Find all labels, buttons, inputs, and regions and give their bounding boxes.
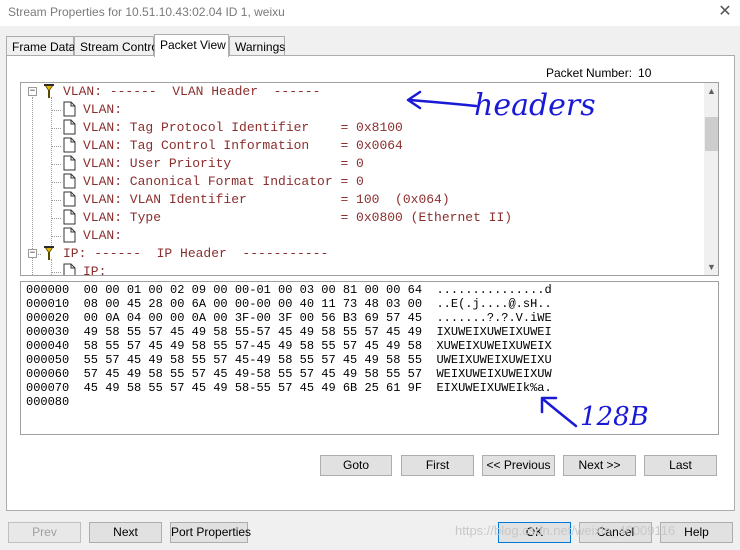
collapse-ip-expander[interactable]: −	[28, 249, 37, 258]
tree-row-vlan-id[interactable]: VLAN: VLAN Identifier = 100 (0x064)	[83, 191, 450, 209]
tree-row-vlan-end[interactable]: VLAN:	[83, 227, 122, 245]
field-page-icon	[63, 119, 76, 135]
tab-warnings[interactable]: Warnings	[229, 36, 285, 56]
protocol-tree-content: − VLAN: ------ VLAN Header ------ VLAN: …	[21, 83, 701, 275]
tree-vertical-scrollbar[interactable]: ▲ ▼	[704, 83, 718, 275]
tree-connector	[52, 182, 61, 183]
field-page-icon	[63, 263, 76, 275]
protocol-group-icon	[44, 246, 54, 260]
field-page-icon	[63, 155, 76, 171]
hex-row: 000000 00 00 01 00 02 09 00 00-01 00 03 …	[26, 283, 552, 297]
hex-row: 000050 55 57 45 49 58 55 57 45-49 58 55 …	[26, 353, 552, 367]
tree-connector	[52, 236, 61, 237]
prev-stream-button[interactable]: Prev	[8, 522, 81, 543]
tree-row-user-priority[interactable]: VLAN: User Priority = 0	[83, 155, 364, 173]
packet-number-value: 10	[638, 66, 652, 80]
tree-connector	[51, 97, 52, 249]
hex-row: 000030 49 58 55 57 45 49 58 55-57 45 49 …	[26, 325, 552, 339]
cancel-button[interactable]: Cancel	[579, 522, 652, 543]
tree-connector	[52, 218, 61, 219]
tab-strip: Frame Data Stream Control Packet View Wa…	[6, 34, 736, 57]
scroll-up-icon[interactable]: ▲	[704, 83, 718, 99]
tree-row-ip[interactable]: IP:	[83, 263, 106, 275]
tree-connector	[52, 146, 61, 147]
tab-frame-data[interactable]: Frame Data	[6, 36, 75, 56]
scroll-thumb[interactable]	[705, 117, 718, 151]
packet-number-label: Packet Number:	[546, 66, 633, 80]
hex-row: 000040 58 55 57 45 49 58 55 57-45 49 58 …	[26, 339, 552, 353]
field-page-icon	[63, 191, 76, 207]
title-bar: Stream Properties for 10.51.10.43:02.04 …	[0, 0, 740, 26]
tab-stream-control[interactable]: Stream Control	[74, 36, 161, 56]
hex-row: 000060 57 45 49 58 55 57 45 49-58 55 57 …	[26, 367, 552, 381]
tab-packet-view[interactable]: Packet View	[154, 34, 229, 57]
tree-row-tci[interactable]: VLAN: Tag Control Information = 0x0064	[83, 137, 403, 155]
tree-row-ip-header[interactable]: IP: ------ IP Header -----------	[63, 245, 328, 263]
tree-connector	[52, 128, 61, 129]
tree-connector	[52, 272, 61, 273]
collapse-vlan-expander[interactable]: −	[28, 87, 37, 96]
next-stream-button[interactable]: Next	[89, 522, 162, 543]
tree-row-vlan-blank[interactable]: VLAN:	[83, 101, 122, 119]
field-page-icon	[63, 227, 76, 243]
field-page-icon	[63, 137, 76, 153]
annotation-size: 128B	[580, 402, 649, 432]
tree-row-tpid[interactable]: VLAN: Tag Protocol Identifier = 0x8100	[83, 119, 403, 137]
tree-row-cfi[interactable]: VLAN: Canonical Format Indicator = 0	[83, 173, 364, 191]
close-icon[interactable]: ✕	[712, 1, 738, 23]
help-button[interactable]: Help	[660, 522, 733, 543]
goto-button[interactable]: Goto	[320, 455, 392, 476]
packet-number: Packet Number: 10	[546, 66, 651, 80]
port-properties-button[interactable]: Port Properties	[170, 522, 251, 543]
field-page-icon	[63, 209, 76, 225]
hex-row: 000080	[26, 395, 70, 409]
field-page-icon	[63, 173, 76, 189]
scroll-down-icon[interactable]: ▼	[704, 259, 718, 275]
ok-button[interactable]: OK	[498, 522, 571, 543]
field-page-icon	[63, 101, 76, 117]
protocol-group-icon	[44, 84, 54, 98]
tree-connector	[52, 164, 61, 165]
tree-connector	[52, 110, 61, 111]
annotation-headers: headers	[474, 88, 596, 123]
last-button[interactable]: Last	[644, 455, 717, 476]
first-button[interactable]: First	[401, 455, 474, 476]
hex-row: 000020 00 0A 04 00 00 0A 00 3F-00 3F 00 …	[26, 311, 552, 325]
previous-button[interactable]: << Previous	[482, 455, 555, 476]
tree-row-type[interactable]: VLAN: Type = 0x0800 (Ethernet II)	[83, 209, 512, 227]
tree-connector	[52, 200, 61, 201]
protocol-tree[interactable]: − VLAN: ------ VLAN Header ------ VLAN: …	[20, 82, 719, 276]
tree-row-vlan-header[interactable]: VLAN: ------ VLAN Header ------	[63, 83, 320, 101]
window-title: Stream Properties for 10.51.10.43:02.04 …	[8, 5, 285, 19]
hex-row: 000010 08 00 45 28 00 6A 00 00-00 00 40 …	[26, 297, 552, 311]
hex-row: 000070 45 49 58 55 57 45 49 58-55 57 45 …	[26, 381, 552, 395]
next-packet-button[interactable]: Next >>	[563, 455, 636, 476]
